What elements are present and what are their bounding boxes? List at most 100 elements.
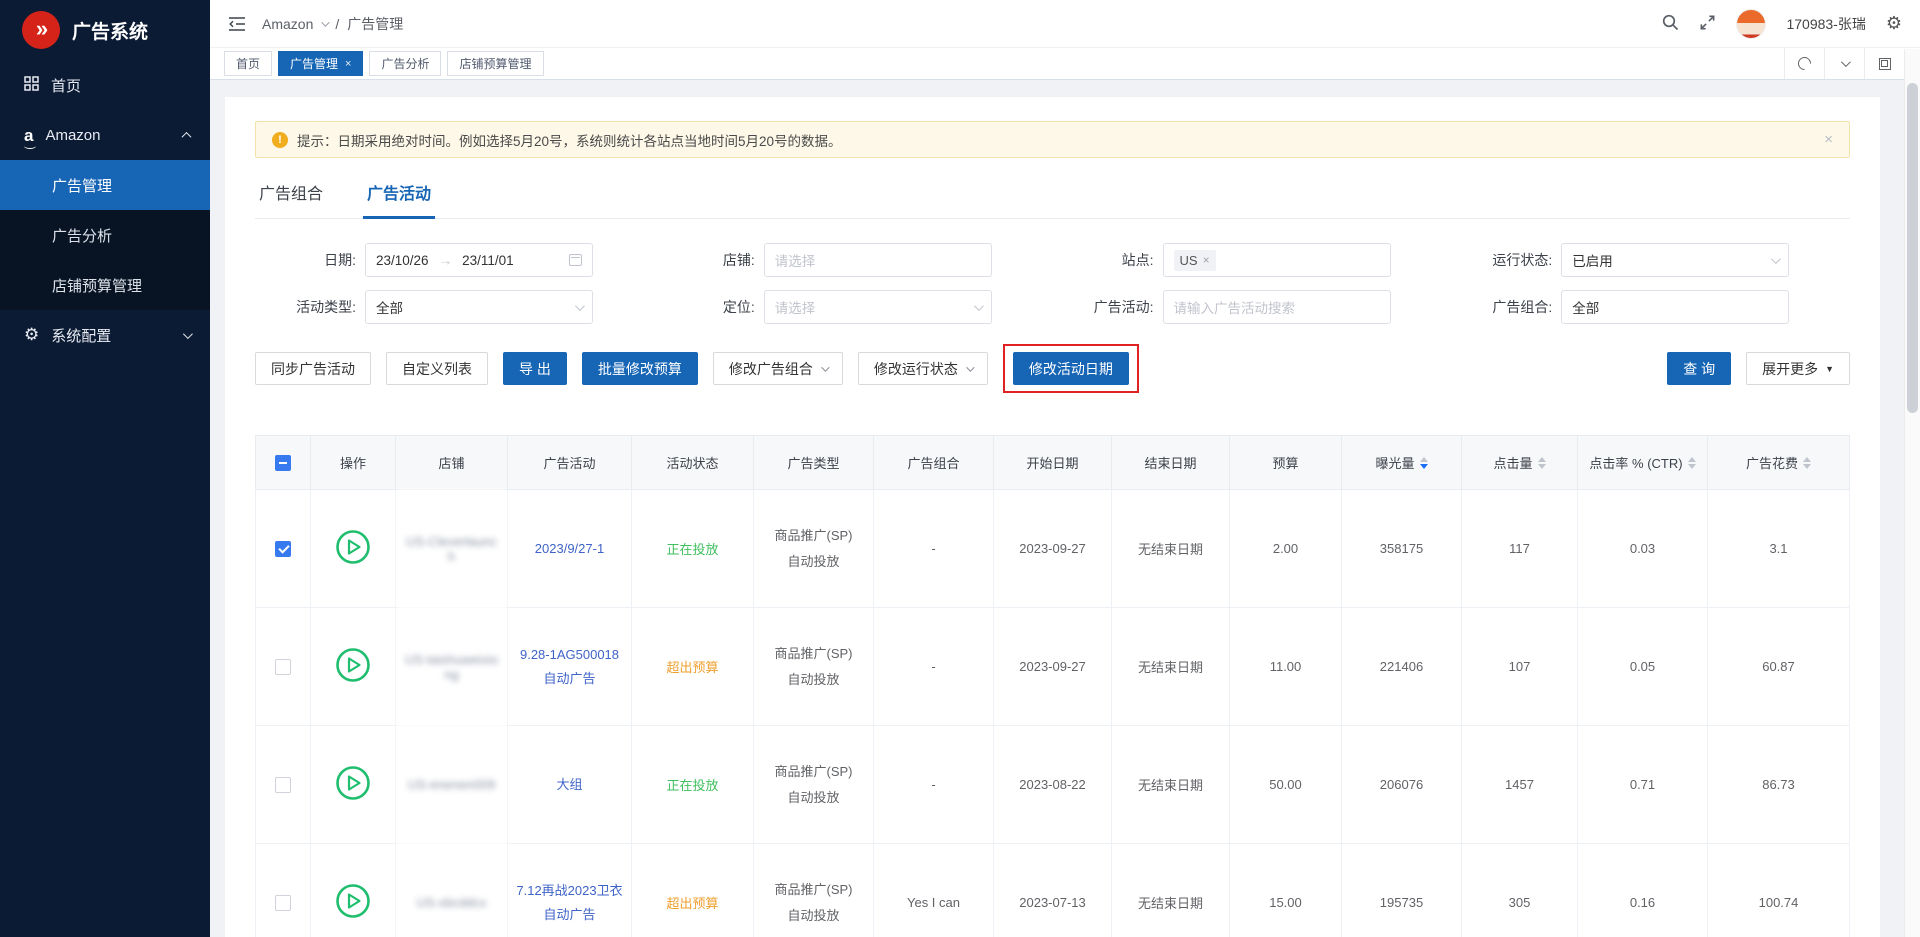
filter-portfolio: 广告组合: 全部 [1451,290,1850,324]
filter-form: 日期: 23/10/26 → 23/11/01 店铺: 请选择 [255,243,1850,324]
portfolio-select[interactable]: 全部 [1561,290,1789,324]
run-status-select[interactable]: 已启用 [1561,243,1789,277]
cell-store: US-taishuweixiong [396,608,508,726]
table-row: US-Cleverlaunch 2023/9/27-1 正在投放 商品推广(SP… [256,490,1850,608]
site-tag: US × [1174,250,1216,271]
table-row: US-xbcddcx 7.12再战2023卫衣自动广告 超出预算 商品推广(SP… [256,844,1850,937]
cell-impressions: 358175 [1342,490,1462,608]
breadcrumb-separator: / [335,16,339,32]
chevron-down-icon [183,329,193,339]
expand-more-button[interactable]: 展开更多▼ [1746,352,1850,385]
search-icon[interactable] [1662,14,1679,34]
tab-list-chevron-icon[interactable] [1824,48,1864,79]
sidebar-item-system-config[interactable]: ⚙ 系统配置 [0,310,210,360]
date-start-value[interactable]: 23/10/26 [376,253,429,268]
cell-start-date: 2023-09-27 [994,608,1112,726]
sidebar-item-amazon[interactable]: a Amazon [0,110,210,160]
col-store: 店铺 [396,436,508,490]
tab-store-budget[interactable]: 店铺预算管理 [447,51,543,76]
col-op: 操作 [311,436,396,490]
campaign-search-input[interactable]: 请输入广告活动搜索 [1163,290,1391,324]
chevron-down-icon [1771,257,1778,264]
sidebar-item-home[interactable]: 首页 [0,60,210,110]
batch-edit-budget-button[interactable]: 批量修改预算 [582,352,698,385]
tab-close-icon[interactable]: × [345,58,351,70]
col-status: 活动状态 [632,436,754,490]
sidebar-fold-icon[interactable] [228,16,246,32]
settings-gear-icon[interactable]: ⚙ [1886,15,1902,33]
sort-impressions[interactable] [1420,457,1428,469]
sidebar-item-ad-analysis[interactable]: 广告分析 [0,210,210,260]
cell-start-date: 2023-07-13 [994,844,1112,937]
date-label: 日期: [255,250,365,270]
tab-ad-analysis[interactable]: 广告分析 [369,51,441,76]
row-checkbox[interactable] [275,895,291,911]
query-button[interactable]: 查 询 [1667,352,1731,385]
breadcrumb: Amazon / 广告管理 [262,14,403,34]
filter-targeting: 定位: 请选择 [654,290,1053,324]
store-select[interactable]: 请选择 [764,243,992,277]
cell-budget: 11.00 [1230,608,1342,726]
col-type: 广告类型 [754,436,874,490]
campaign-link[interactable]: 9.28-1AG500018自动广告 [508,643,631,691]
date-end-value[interactable]: 23/11/01 [462,253,514,268]
col-end: 结束日期 [1112,436,1230,490]
user-avatar[interactable] [1736,9,1766,39]
select-all-checkbox[interactable] [275,455,291,471]
sort-ctr[interactable] [1688,457,1696,469]
campaign-type-select[interactable]: 全部 [365,290,593,324]
cell-clicks: 305 [1462,844,1578,937]
tag-close-icon[interactable]: × [1203,253,1210,267]
export-button[interactable]: 导 出 [503,352,567,385]
campaign-link[interactable]: 大组 [550,773,588,797]
app-root: » 广告系统 首页 a Amazon 广告管理 广告分析 店铺预算管理 ⚙ 系统… [0,0,1920,937]
cell-ctr: 0.71 [1578,726,1708,844]
date-range-arrow: → [439,253,453,268]
row-checkbox[interactable] [275,541,291,557]
chevron-down-icon[interactable] [322,18,330,26]
cell-impressions: 195735 [1342,844,1462,937]
targeting-select[interactable]: 请选择 [764,290,992,324]
tab-ad-management[interactable]: 广告管理 × [278,51,363,76]
tab-portfolio[interactable]: 广告组合 [259,180,323,218]
campaign-link[interactable]: 2023/9/27-1 [529,537,610,561]
breadcrumb-current: 广告管理 [347,14,403,34]
maximize-icon[interactable] [1864,48,1904,79]
chevron-down-icon [821,363,829,371]
play-icon[interactable] [335,907,371,922]
sort-clicks[interactable] [1538,457,1546,469]
edit-campaign-date-button[interactable]: 修改活动日期 [1013,352,1129,385]
edit-run-status-dropdown-button[interactable]: 修改运行状态 [858,352,988,385]
sidebar-item-store-budget[interactable]: 店铺预算管理 [0,260,210,310]
fullscreen-icon[interactable] [1699,14,1716,34]
play-icon[interactable] [335,553,371,568]
breadcrumb-root[interactable]: Amazon [262,16,313,32]
custom-list-button[interactable]: 自定义列表 [386,352,488,385]
app-logo-icon: » [22,11,60,49]
alert-close-icon[interactable]: × [1824,131,1833,148]
run-status-value: 已启用 [1572,250,1613,270]
username: 170983-张瑞 [1786,14,1865,34]
sync-campaigns-button[interactable]: 同步广告活动 [255,352,371,385]
row-checkbox[interactable] [275,659,291,675]
filter-campaign-search: 广告活动: 请输入广告活动搜索 [1053,290,1452,324]
tab-campaign[interactable]: 广告活动 [367,180,431,218]
run-status-label: 运行状态: [1451,250,1561,270]
sort-spend[interactable] [1803,457,1811,469]
scrollbar-thumb[interactable] [1907,83,1918,413]
row-checkbox[interactable] [275,777,291,793]
cell-portfolio: - [874,726,994,844]
site-label: 站点: [1053,250,1163,270]
play-icon[interactable] [335,789,371,804]
chevron-down-icon [575,304,582,311]
cell-budget: 15.00 [1230,844,1342,937]
play-icon[interactable] [335,671,371,686]
topbar: Amazon / 广告管理 170983-张瑞 ⚙ [210,0,1920,48]
site-select[interactable]: US × [1163,243,1391,277]
sidebar-item-ad-management[interactable]: 广告管理 [0,160,210,210]
refresh-icon[interactable] [1784,48,1824,79]
date-range-input[interactable]: 23/10/26 → 23/11/01 [365,243,593,277]
tab-home[interactable]: 首页 [224,51,272,76]
campaign-link[interactable]: 7.12再战2023卫衣自动广告 [508,879,631,927]
edit-portfolio-dropdown-button[interactable]: 修改广告组合 [713,352,843,385]
